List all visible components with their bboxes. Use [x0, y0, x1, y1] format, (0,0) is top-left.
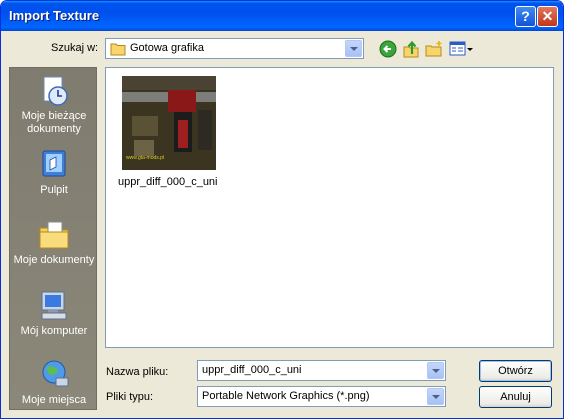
place-label: Mój komputer	[20, 325, 88, 337]
thumbnail-watermark: www.gta-mods.pl	[126, 155, 165, 161]
network-places-icon	[42, 360, 69, 387]
filename-field[interactable]: uppr_diff_000_c_uni	[197, 360, 446, 381]
close-button[interactable]: ✕	[537, 6, 558, 27]
recent-documents-icon	[43, 76, 68, 106]
chevron-down-icon[interactable]	[345, 40, 362, 57]
folder-icon	[110, 43, 126, 56]
place-network-places[interactable]: Moje miejsca	[10, 358, 98, 407]
desktop-icon	[42, 150, 66, 177]
window-title: Import Texture	[9, 8, 100, 23]
view-menu-icon[interactable]	[448, 39, 474, 59]
place-desktop[interactable]: Pulpit	[10, 148, 98, 197]
filetype-dropdown[interactable]: Portable Network Graphics (*.png)	[197, 386, 446, 407]
new-folder-icon[interactable]	[424, 39, 444, 59]
file-name: uppr_diff_000_c_uni	[118, 176, 218, 188]
place-label: Moje dokumenty	[13, 254, 95, 266]
chevron-down-icon[interactable]	[427, 388, 444, 405]
look-in-dropdown[interactable]: Gotowa grafika	[105, 38, 364, 59]
back-icon[interactable]	[378, 39, 398, 59]
place-label: Moje bieżące dokumenty	[21, 110, 87, 135]
place-my-documents[interactable]: Moje dokumenty	[10, 218, 98, 267]
import-texture-dialog: Import Texture ? ✕ Szukaj w: Gotowa graf…	[0, 0, 564, 419]
place-recent-documents[interactable]: Moje bieżące dokumenty	[10, 74, 98, 136]
place-label: Moje miejsca	[21, 394, 87, 406]
place-label: Pulpit	[40, 184, 68, 196]
places-bar: Moje bieżące dokumenty Pulpit Moje dokum…	[9, 67, 97, 410]
filename-label: Nazwa pliku:	[106, 366, 169, 378]
cancel-button[interactable]: Anuluj	[479, 386, 552, 408]
open-button[interactable]: Otwórz	[479, 360, 552, 382]
filetype-label: Pliki typu:	[106, 391, 154, 403]
my-documents-icon	[39, 221, 69, 249]
file-list[interactable]: www.gta-mods.pl uppr_diff_000_c_uni	[105, 67, 554, 348]
my-computer-icon	[41, 291, 67, 320]
chevron-down-icon[interactable]	[427, 362, 444, 379]
place-my-computer[interactable]: Mój komputer	[10, 289, 98, 338]
filename-value: uppr_diff_000_c_uni	[202, 364, 302, 376]
filetype-value: Portable Network Graphics (*.png)	[202, 390, 370, 402]
up-folder-icon[interactable]	[401, 39, 421, 59]
help-button[interactable]: ?	[515, 6, 536, 27]
look-in-value: Gotowa grafika	[130, 42, 204, 54]
title-bar[interactable]: Import Texture ? ✕	[1, 1, 563, 31]
look-in-label: Szukaj w:	[51, 42, 99, 54]
